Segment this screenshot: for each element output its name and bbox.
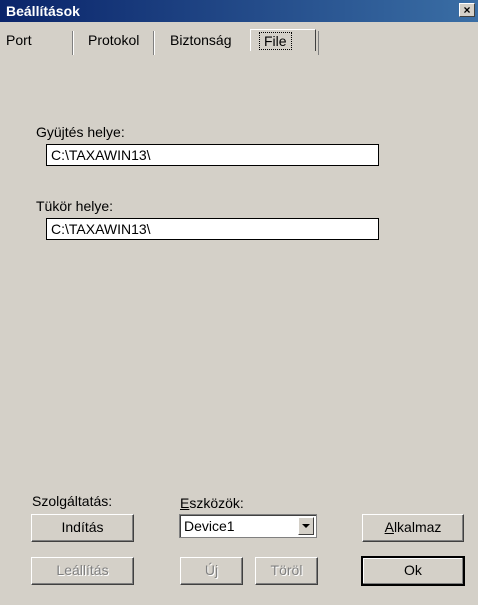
device-select[interactable]: Device1 bbox=[179, 514, 317, 538]
devices-label-rest: szközök: bbox=[189, 495, 244, 511]
stop-button-label: Leállítás bbox=[56, 562, 109, 578]
tab-port[interactable]: Port bbox=[6, 31, 32, 53]
tab-biztonsag[interactable]: Biztonság bbox=[170, 31, 231, 53]
tab-separator bbox=[154, 31, 155, 55]
gyujtes-path-value: C:\TAXAWIN13\ bbox=[51, 147, 151, 163]
new-device-button[interactable]: Új bbox=[180, 557, 243, 585]
title-bar: Beállítások × bbox=[0, 0, 478, 22]
new-device-label: Új bbox=[204, 562, 219, 578]
tab-bar: Port Protokol Biztonság File bbox=[0, 23, 478, 55]
tab-port-label: Port bbox=[6, 32, 32, 48]
tab-separator bbox=[73, 31, 74, 55]
device-select-value: Device1 bbox=[184, 518, 235, 534]
chevron-down-icon bbox=[302, 524, 310, 528]
tukor-path-field[interactable]: C:\TAXAWIN13\ bbox=[46, 218, 379, 240]
tab-file[interactable]: File bbox=[250, 29, 316, 51]
delete-device-button[interactable]: Töröl bbox=[255, 557, 318, 585]
devices-label-accel: E bbox=[180, 495, 190, 511]
device-dropdown-button[interactable] bbox=[298, 517, 314, 535]
stop-button[interactable]: Leállítás bbox=[31, 557, 134, 585]
tab-protokol[interactable]: Protokol bbox=[88, 31, 139, 53]
tab-file-label: File bbox=[259, 32, 292, 50]
tukor-label: Tükör helye: bbox=[36, 198, 114, 214]
tukor-path-value: C:\TAXAWIN13\ bbox=[51, 221, 151, 237]
ok-button-label: Ok bbox=[404, 562, 422, 578]
tab-biztonsag-label: Biztonság bbox=[170, 32, 232, 48]
close-button[interactable]: × bbox=[459, 3, 475, 17]
apply-button[interactable]: Alkalmaz bbox=[362, 514, 464, 542]
devices-label: Eszközök: bbox=[180, 495, 244, 511]
gyujtes-path-field[interactable]: C:\TAXAWIN13\ bbox=[46, 144, 379, 166]
close-icon: × bbox=[463, 3, 471, 17]
tab-separator bbox=[318, 31, 319, 55]
ok-button[interactable]: Ok bbox=[361, 556, 465, 586]
apply-accel: A bbox=[384, 519, 394, 535]
start-button[interactable]: Indítás bbox=[31, 514, 134, 542]
settings-dialog: Beállítások × Port Protokol Biztonság Fi… bbox=[0, 0, 478, 605]
tab-protokol-label: Protokol bbox=[88, 32, 140, 48]
apply-button-label: Alkalmaz bbox=[385, 519, 442, 535]
service-label: Szolgáltatás: bbox=[32, 493, 113, 509]
start-button-label: Indítás bbox=[61, 519, 104, 535]
delete-device-label: Töröl bbox=[270, 562, 303, 578]
window-title: Beállítások bbox=[6, 3, 80, 19]
gyujtes-label: Gyüjtés helye: bbox=[36, 124, 125, 140]
apply-rest: lkalmaz bbox=[393, 519, 442, 535]
